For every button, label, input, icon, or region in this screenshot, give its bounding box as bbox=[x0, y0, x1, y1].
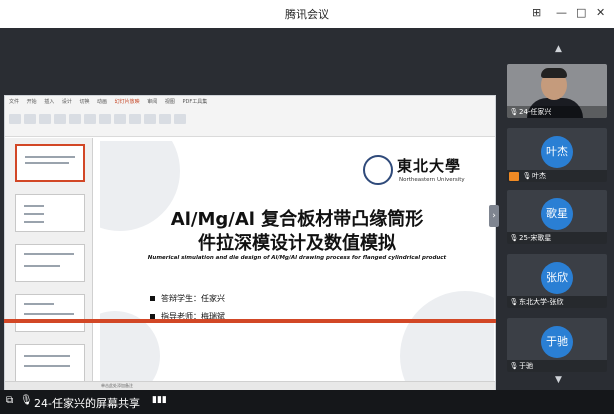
ribbon-tool-icon[interactable] bbox=[84, 114, 96, 124]
student-line: 答辩学生：任家兴 bbox=[150, 293, 225, 304]
scroll-down-icon[interactable]: ▼ bbox=[503, 375, 614, 385]
participant-avatar: 歌星 bbox=[541, 198, 573, 230]
slide-decoration bbox=[400, 291, 494, 381]
university-emblem-icon bbox=[363, 155, 393, 185]
current-slide: 東北大學 Northeastern University Al/Mg/Al 复合… bbox=[100, 141, 494, 381]
participant-sidebar: ▲ 🎙24-任家兴 叶杰 🎙叶杰 歌星 🎙25-宋歌星 张欣 🎙东北大学-张欣 … bbox=[503, 28, 614, 390]
slide-thumbnail[interactable] bbox=[15, 194, 85, 232]
participant-label: 🎙东北大学-张欣 bbox=[507, 296, 607, 308]
ppt-tab-active[interactable]: 幻灯片放映 bbox=[115, 99, 140, 105]
ribbon-tool-icon[interactable] bbox=[54, 114, 66, 124]
ppt-statusbar: 单击此处添加备注 bbox=[5, 381, 495, 390]
ppt-tabs: 文件 开始 插入 设计 切换 动画 幻灯片放映 审阅 视图 PDF工具集 bbox=[9, 98, 213, 105]
screen-share-area: 文件 开始 插入 设计 切换 动画 幻灯片放映 审阅 视图 PDF工具集 東北大… bbox=[0, 28, 503, 391]
bottom-status-bar: ⧉ 🎙 24-任家兴的屏幕共享 ▮▮▮ bbox=[0, 390, 614, 414]
minimize-button[interactable]: — bbox=[556, 6, 567, 19]
participant-name: 于驰 bbox=[519, 362, 533, 370]
scroll-up-icon[interactable]: ▲ bbox=[503, 44, 614, 54]
ribbon-tool-icon[interactable] bbox=[24, 114, 36, 124]
camera-icon bbox=[509, 171, 519, 181]
slide-title-line1: Al/Mg/Al 复合板材带凸缘筒形 bbox=[170, 209, 424, 230]
ppt-tab[interactable]: 插入 bbox=[44, 99, 54, 105]
bullet-square-icon bbox=[150, 296, 155, 301]
mic-icon: 🎙 bbox=[509, 298, 519, 306]
ppt-tab[interactable]: 开始 bbox=[27, 99, 37, 105]
logo-text-cn: 東北大學 bbox=[397, 157, 462, 175]
ppt-tab[interactable]: PDF工具集 bbox=[182, 99, 207, 105]
participant-tile[interactable]: 🎙24-任家兴 bbox=[507, 64, 607, 118]
collapse-sidebar-button[interactable]: › bbox=[489, 205, 499, 227]
close-button[interactable]: ✕ bbox=[596, 6, 605, 19]
participant-tile[interactable]: 于驰 🎙于驰 bbox=[507, 318, 607, 372]
layout-icon[interactable]: ⊞ bbox=[532, 6, 541, 19]
ppt-tab[interactable]: 视图 bbox=[165, 99, 175, 105]
shared-powerpoint-window: 文件 开始 插入 设计 切换 动画 幻灯片放映 审阅 视图 PDF工具集 東北大… bbox=[4, 95, 496, 391]
slide-subtitle: Numerical simulation and die design of A… bbox=[147, 255, 447, 261]
window-title: 腾讯会议 bbox=[285, 8, 329, 21]
signal-icon: ▮▮▮ bbox=[152, 395, 167, 405]
maximize-button[interactable]: □ bbox=[576, 6, 586, 19]
ribbon-tool-icon[interactable] bbox=[39, 114, 51, 124]
slide-title-line2: 件拉深模设计及数值模拟 bbox=[198, 233, 396, 254]
mic-icon: 🎙 bbox=[509, 234, 519, 242]
university-logo: 東北大學 Northeastern University bbox=[363, 155, 488, 189]
ribbon-tool-icon[interactable] bbox=[129, 114, 141, 124]
ppt-bottom-accent bbox=[4, 319, 496, 323]
participant-avatar: 张欣 bbox=[541, 262, 573, 294]
ribbon-tool-icon[interactable] bbox=[174, 114, 186, 124]
slide-thumbnail[interactable] bbox=[15, 344, 85, 382]
mic-icon: 🎙 bbox=[509, 108, 519, 116]
mic-icon: 🎙 bbox=[522, 172, 532, 180]
participant-label: 🎙叶杰 bbox=[507, 170, 607, 182]
ppt-tab[interactable]: 动画 bbox=[97, 99, 107, 105]
mic-icon: 🎙 bbox=[20, 395, 33, 406]
screen-share-icon: ⧉ bbox=[6, 395, 14, 406]
participant-name: 东北大学-张欣 bbox=[519, 298, 564, 306]
participant-tile[interactable]: 张欣 🎙东北大学-张欣 bbox=[507, 254, 607, 308]
ppt-tab[interactable]: 审阅 bbox=[147, 99, 157, 105]
participant-name: 25-宋歌星 bbox=[519, 234, 552, 242]
slide-thumbnail-selected[interactable] bbox=[15, 144, 85, 182]
ribbon-tool-icon[interactable] bbox=[9, 114, 21, 124]
ppt-ribbon: 文件 开始 插入 设计 切换 动画 幻灯片放映 审阅 视图 PDF工具集 bbox=[5, 96, 495, 137]
ribbon-toolbar bbox=[9, 109, 489, 133]
ppt-tab[interactable]: 文件 bbox=[9, 99, 19, 105]
ribbon-tool-icon[interactable] bbox=[144, 114, 156, 124]
ribbon-tool-icon[interactable] bbox=[159, 114, 171, 124]
mic-icon: 🎙 bbox=[509, 362, 519, 370]
share-label: 24-任家兴的屏幕共享 bbox=[34, 397, 140, 410]
participant-tile[interactable]: 叶杰 🎙叶杰 bbox=[507, 128, 607, 182]
slide-thumbnail[interactable] bbox=[15, 294, 85, 332]
participant-label: 🎙25-宋歌星 bbox=[507, 232, 607, 244]
student-text: 答辩学生：任家兴 bbox=[161, 294, 225, 303]
slide-thumbnails-pane bbox=[5, 138, 93, 383]
participant-tile[interactable]: 歌星 🎙25-宋歌星 bbox=[507, 190, 607, 244]
ribbon-tool-icon[interactable] bbox=[69, 114, 81, 124]
logo-text-en: Northeastern University bbox=[399, 177, 465, 183]
participant-name: 24-任家兴 bbox=[519, 108, 552, 116]
participant-name: 叶杰 bbox=[532, 172, 546, 180]
participant-label: 🎙于驰 bbox=[507, 360, 607, 372]
ppt-tab[interactable]: 设计 bbox=[62, 99, 72, 105]
ribbon-tool-icon[interactable] bbox=[114, 114, 126, 124]
title-bar: 腾讯会议 ⊞ — □ ✕ bbox=[0, 0, 614, 29]
participant-avatar: 叶杰 bbox=[541, 136, 573, 168]
participant-avatar: 于驰 bbox=[541, 326, 573, 358]
notes-placeholder[interactable]: 单击此处添加备注 bbox=[101, 383, 133, 389]
slide-thumbnail[interactable] bbox=[15, 244, 85, 282]
participant-label: 🎙24-任家兴 bbox=[507, 106, 607, 118]
ribbon-tool-icon[interactable] bbox=[99, 114, 111, 124]
ppt-tab[interactable]: 切换 bbox=[79, 99, 89, 105]
